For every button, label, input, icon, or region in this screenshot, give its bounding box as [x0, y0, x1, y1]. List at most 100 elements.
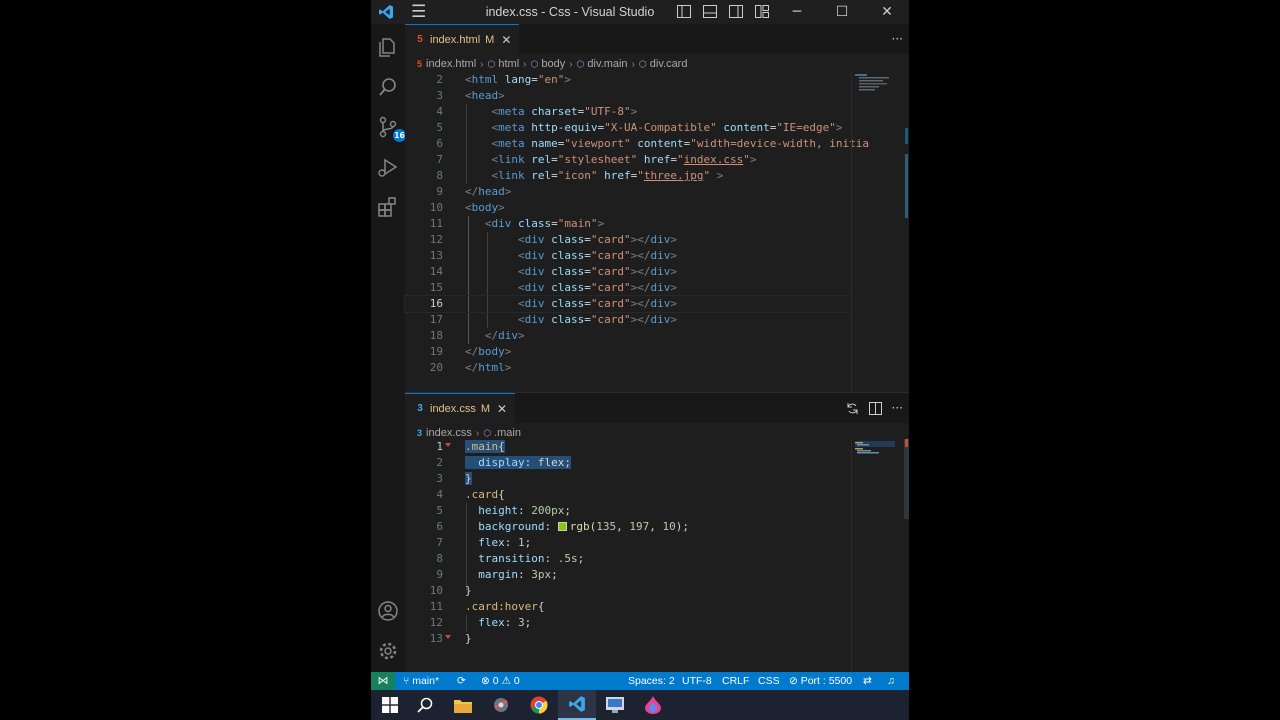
scrollbar[interactable] [904, 439, 909, 673]
source-control-icon[interactable]: 16 [375, 114, 406, 142]
branch-indicator[interactable]: ⑂ main* [403, 672, 439, 690]
minimap[interactable] [855, 441, 895, 459]
open-changes-icon[interactable] [846, 402, 859, 415]
minimize-button[interactable]: ─ [775, 0, 819, 24]
code-line: 5 height: 200px; [436, 504, 571, 517]
code-line: 2 <html lang="en"> [436, 73, 571, 86]
taskbar-app-icon[interactable] [634, 690, 672, 720]
scroll-thumb[interactable] [904, 439, 909, 519]
port-icon: ⊘ [789, 675, 801, 687]
tab-label: index.css [430, 402, 476, 415]
element-icon: ⬡ [487, 58, 496, 69]
tab-bar: 5 index.html M ✕ ··· [405, 24, 909, 54]
code-line: 11 .card:hover{ [429, 600, 545, 613]
scroll-marker [905, 154, 908, 218]
html-file-icon: 5 [417, 59, 423, 69]
indentation-indicator[interactable]: Spaces: 2 [628, 672, 675, 690]
editor-group-html: 5 index.html M ✕ ··· 5 index.html › ⬡ ht… [404, 24, 909, 392]
code-line: 9 margin: 3px; [436, 568, 558, 581]
minimap[interactable] [855, 74, 895, 104]
code-line: 13} [429, 632, 472, 645]
scrollbar[interactable] [904, 74, 909, 392]
element-icon: ⬡ [638, 58, 647, 69]
maximize-button[interactable]: ☐ [820, 0, 864, 24]
search-icon[interactable] [375, 74, 401, 100]
toggle-panel-icon[interactable] [703, 5, 717, 18]
sync-icon[interactable]: ⟳ [457, 672, 466, 690]
code-line: 15 <div class="card"></div> [429, 281, 677, 294]
code-line: 19 </body> [429, 345, 512, 358]
code-line: 8 transition: .5s; [436, 552, 585, 565]
windows-start-icon[interactable] [371, 690, 409, 720]
split-editor-icon[interactable] [868, 401, 882, 415]
breadcrumb-item[interactable]: .main [494, 427, 521, 439]
taskbar-app-icon[interactable] [596, 690, 634, 720]
breadcrumb-item[interactable]: index.css [426, 427, 472, 439]
breadcrumb-item[interactable]: div.card [650, 58, 688, 70]
file-explorer-icon[interactable] [444, 690, 482, 720]
code-line: 6 background: rgb(135, 197, 10); [436, 520, 689, 533]
code-editor-html[interactable]: 2 <html lang="en"> 3 <head> 4 <meta charse… [404, 72, 909, 392]
code-line: 7 <link rel="stylesheet" href="index.css… [436, 153, 757, 166]
more-actions-icon[interactable]: ··· [892, 32, 903, 46]
breadcrumb-item[interactable]: body [541, 58, 565, 70]
toggle-primary-sidebar-icon[interactable] [677, 5, 691, 18]
status-bar: ⋈ ⑂ main* ⟳ ⊗ 0 ⚠ 0 Spaces: 2 UTF-8 CRLF… [371, 672, 909, 690]
hamburger-menu-icon[interactable]: ☰ [411, 4, 431, 21]
accounts-icon[interactable] [375, 598, 401, 624]
eol-indicator[interactable]: CRLF [722, 672, 749, 690]
minimap-divider [851, 72, 852, 392]
breadcrumb-item[interactable]: html [498, 58, 519, 70]
language-mode[interactable]: CSS [758, 672, 780, 690]
code-line-current: 16 <div class="card"></div> [404, 295, 852, 313]
chrome-icon[interactable] [520, 690, 558, 720]
code-line: 20 </html> [429, 361, 512, 374]
taskbar-search-icon[interactable] [406, 690, 444, 720]
customize-layout-icon[interactable] [755, 5, 769, 18]
tab-bar: 3 index.css M ✕ ··· [405, 393, 909, 423]
remote-indicator-icon[interactable]: ⋈ [371, 672, 395, 690]
breadcrumb-separator: › [631, 58, 635, 70]
live-server-port[interactable]: ⊘ Port : 5500 [789, 672, 852, 690]
tab-label: index.html [430, 33, 481, 46]
toggle-secondary-sidebar-icon[interactable] [729, 5, 743, 18]
warning-icon: ⚠ [501, 675, 511, 687]
breadcrumb: 5 index.html › ⬡ html › ⬡ body › ⬡ div.m… [405, 54, 909, 74]
run-debug-icon[interactable] [375, 154, 401, 180]
selector-icon: ⬡ [483, 427, 492, 438]
title-bar: ☰ index.css - Css - Visual Studio Code ─… [371, 0, 909, 43]
css-file-icon: 3 [417, 403, 423, 414]
modified-indicator: M [480, 402, 491, 415]
encoding-indicator[interactable]: UTF-8 [682, 672, 712, 690]
code-line: 1 .main{ [436, 440, 505, 453]
extensions-icon[interactable] [375, 194, 401, 220]
feedback-icon[interactable]: ⇄ [863, 672, 872, 690]
breadcrumb-item[interactable]: div.main [587, 58, 627, 70]
close-tab-icon[interactable]: ✕ [497, 402, 507, 416]
vscode-window: ☰ index.css - Css - Visual Studio Code ─… [371, 0, 909, 690]
tab-index-css[interactable]: 3 index.css M ✕ [405, 393, 516, 423]
breadcrumb-separator: › [475, 427, 480, 439]
close-tab-icon[interactable]: ✕ [501, 33, 511, 47]
error-icon: ⊗ [481, 675, 490, 687]
scroll-marker [905, 128, 908, 144]
git-change-marker [445, 635, 451, 639]
breadcrumb-item[interactable]: index.html [426, 58, 476, 70]
code-editor-css[interactable]: 1 .main{ 2 display: flex; 3} 4 .card{ 5 he… [405, 439, 909, 673]
problems-indicator[interactable]: ⊗ 0 ⚠ 0 [481, 672, 520, 690]
code-line: 10} [429, 584, 472, 597]
notifications-bell-icon[interactable]: ♫ [887, 672, 895, 690]
color-swatch[interactable] [557, 522, 567, 531]
code-line: 11 <div class="main"> [429, 217, 605, 230]
explorer-icon[interactable] [375, 34, 401, 60]
html-file-icon: 5 [417, 34, 423, 45]
manage-gear-icon[interactable] [375, 638, 401, 664]
code-line: 13 <div class="card"></div> [429, 249, 677, 262]
more-actions-icon[interactable]: ··· [892, 401, 903, 415]
tab-index-html[interactable]: 5 index.html M ✕ [405, 24, 520, 54]
vscode-taskbar-icon[interactable] [558, 690, 596, 720]
close-window-button[interactable]: ✕ [865, 0, 909, 24]
code-line: 18 </div> [429, 329, 525, 342]
element-icon: ⬡ [576, 58, 585, 69]
taskbar-app-icon[interactable] [482, 690, 520, 720]
